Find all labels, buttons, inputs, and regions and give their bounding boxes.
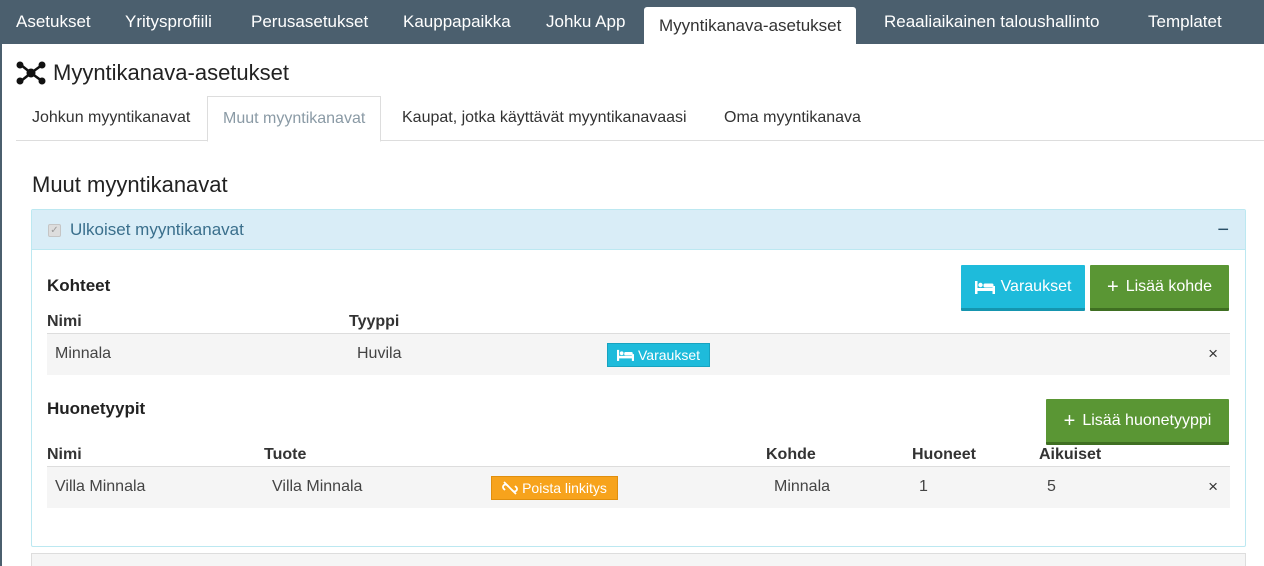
unlink-button[interactable]: Poista linkitys bbox=[491, 476, 618, 500]
cell-tyyppi: Huvila bbox=[357, 345, 402, 362]
cell-nimi: Villa Minnala bbox=[55, 478, 146, 495]
bed-icon bbox=[617, 349, 634, 361]
unlink-button-label: Poista linkitys bbox=[522, 480, 607, 496]
reservations-button[interactable]: Varaukset bbox=[961, 265, 1085, 311]
table-row: Minnala Huvila Varaukset × bbox=[47, 333, 1230, 375]
reservations-button-label: Varaukset bbox=[1000, 277, 1072, 295]
tab-oma-myyntikanava[interactable]: Oma myyntikanava bbox=[724, 96, 861, 141]
nav-item-yritysprofiili[interactable]: Yritysprofiili bbox=[125, 0, 212, 44]
add-huonetyyppi-button-label: Lisää huonetyyppi bbox=[1082, 411, 1212, 429]
share-network-icon bbox=[16, 61, 46, 85]
panel-checkbox[interactable]: ✓ bbox=[48, 224, 61, 237]
add-kohde-button-label: Lisää kohde bbox=[1125, 277, 1212, 295]
unlink-icon bbox=[502, 481, 518, 495]
nav-item-templatet[interactable]: Templatet bbox=[1148, 0, 1222, 44]
tab-muut-myyntikanavat[interactable]: Muut myyntikanavat bbox=[207, 96, 382, 142]
huonetyypit-heading: Huonetyypit bbox=[47, 399, 146, 418]
remove-icon[interactable]: × bbox=[1208, 334, 1218, 374]
cell-aikuiset: 5 bbox=[1047, 478, 1056, 495]
nav-item-johku-app[interactable]: Johku App bbox=[546, 0, 625, 44]
column-header-kohde: Kohde bbox=[766, 446, 816, 463]
column-header-nimi: Nimi bbox=[47, 313, 82, 330]
top-navigation: Asetukset Yritysprofiili Perusasetukset … bbox=[0, 0, 1264, 44]
kohteet-heading: Kohteet bbox=[47, 276, 111, 295]
tab-kaupat[interactable]: Kaupat, jotka käyttävät myyntikanavaasi bbox=[402, 96, 687, 141]
left-edge bbox=[0, 44, 2, 566]
plus-icon: + bbox=[1107, 275, 1119, 298]
external-channels-panel: ✓ Ulkoiset myyntikanavat − Kohteet Varau… bbox=[31, 209, 1246, 547]
nav-item-myyntikanava-asetukset[interactable]: Myyntikanava-asetukset bbox=[644, 7, 857, 44]
cell-huoneet: 1 bbox=[919, 478, 928, 495]
nav-item-asetukset[interactable]: Asetukset bbox=[16, 0, 91, 44]
cell-nimi: Minnala bbox=[55, 345, 112, 362]
nav-item-kauppapaikka[interactable]: Kauppapaikka bbox=[403, 0, 511, 44]
cell-kohde: Minnala bbox=[774, 478, 831, 495]
nav-item-perusasetukset[interactable]: Perusasetukset bbox=[251, 0, 368, 44]
nav-item-reaaliaikainen-taloushallinto[interactable]: Reaaliaikainen taloushallinto bbox=[884, 0, 1099, 44]
column-header-tyyppi: Tyyppi bbox=[349, 313, 400, 330]
column-header-aikuiset: Aikuiset bbox=[1039, 446, 1102, 463]
table-row: Villa Minnala Villa Minnala Poista linki… bbox=[47, 466, 1230, 508]
cell-tuote: Villa Minnala bbox=[272, 478, 363, 495]
add-kohde-button[interactable]: + Lisää kohde bbox=[1090, 265, 1229, 311]
page-header: Myyntikanava-asetukset bbox=[16, 58, 289, 88]
column-header-huoneet: Huoneet bbox=[912, 446, 976, 463]
section-heading: Muut myyntikanavat bbox=[32, 172, 228, 197]
remove-icon[interactable]: × bbox=[1208, 467, 1218, 507]
row-reservations-button[interactable]: Varaukset bbox=[607, 343, 710, 367]
page-title: Myyntikanava-asetukset bbox=[53, 60, 289, 85]
bed-icon bbox=[974, 280, 995, 294]
plus-icon: + bbox=[1063, 409, 1076, 432]
subtabs: Johkun myyntikanavat Muut myyntikanavat … bbox=[16, 96, 1264, 142]
tab-johkun-myyntikanavat[interactable]: Johkun myyntikanavat bbox=[32, 96, 190, 141]
panel-header[interactable]: ✓ Ulkoiset myyntikanavat − bbox=[32, 210, 1245, 250]
panel-title: Ulkoiset myyntikanavat bbox=[70, 220, 244, 239]
row-reservations-button-label: Varaukset bbox=[638, 347, 700, 363]
next-panel bbox=[31, 553, 1246, 566]
add-huonetyyppi-button[interactable]: + Lisää huonetyyppi bbox=[1046, 399, 1229, 445]
collapse-icon[interactable]: − bbox=[1217, 210, 1229, 250]
column-header-nimi: Nimi bbox=[47, 446, 82, 463]
column-header-tuote: Tuote bbox=[264, 446, 307, 463]
